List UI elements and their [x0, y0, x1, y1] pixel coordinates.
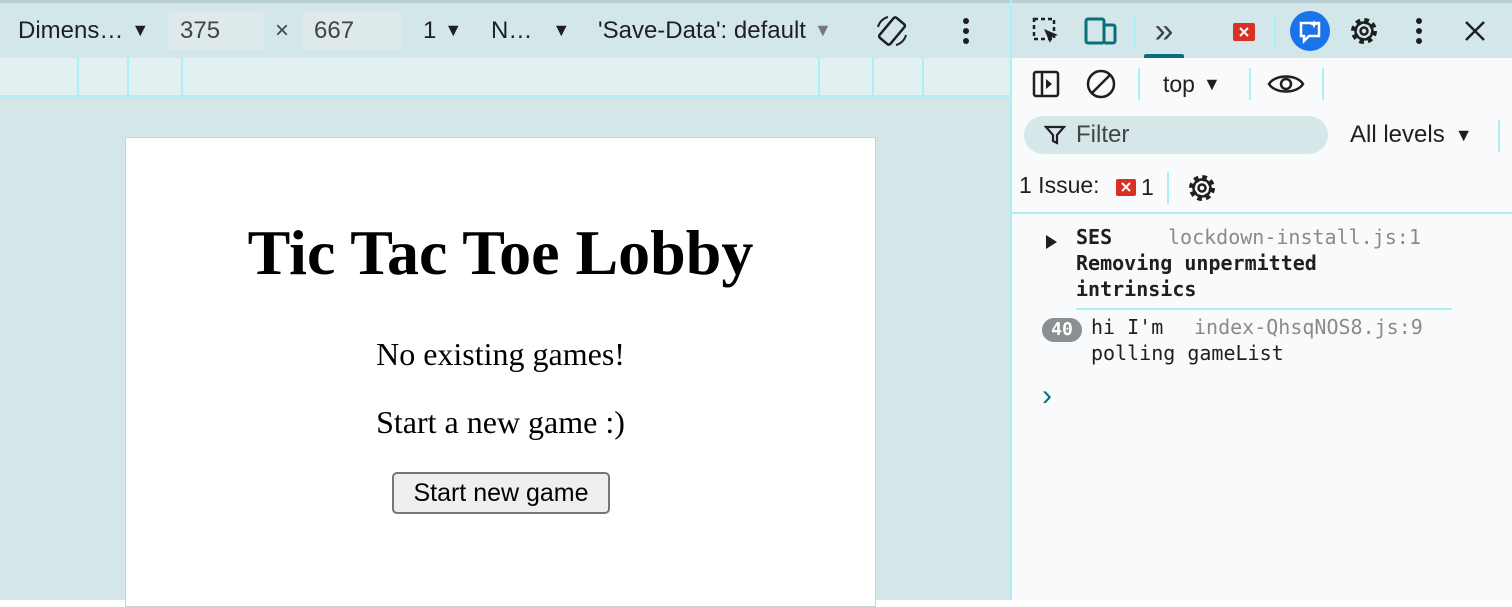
context-selector[interactable]: top ▼	[1163, 58, 1221, 110]
filter-row: Filter All levels ▼	[1012, 110, 1512, 162]
save-data-dropdown[interactable]: 'Save-Data': default ▼	[598, 3, 832, 58]
devtools-panel: » top ▼ Filter All levels ▼ 1 Issue: 1 S…	[1010, 0, 1512, 600]
start-new-game-button[interactable]: Start new game	[392, 472, 610, 514]
devtools-tab-bar: »	[1012, 0, 1512, 58]
message-source-link[interactable]: lockdown-install.js:1	[1168, 225, 1421, 249]
console-message[interactable]: SES lockdown-install.js:1 Removing unper…	[1012, 216, 1512, 310]
console-prompt-icon[interactable]: ›	[1042, 381, 1052, 411]
media-query-marker[interactable]	[872, 58, 874, 95]
caret-down-icon: ▼	[444, 20, 463, 40]
log-levels-label: All levels	[1350, 121, 1445, 148]
message-text: intrinsics	[1076, 277, 1197, 301]
toolbar-divider	[1249, 68, 1251, 100]
caret-down-icon: ▼	[552, 20, 571, 40]
rotate-icon[interactable]	[872, 11, 912, 51]
save-data-label: 'Save-Data': default	[598, 16, 806, 44]
error-icon[interactable]	[1232, 21, 1256, 43]
message-title: SES	[1076, 225, 1113, 249]
toolbar-divider	[1134, 15, 1136, 47]
ai-assistance-icon[interactable]	[1290, 11, 1330, 51]
caret-down-icon: ▼	[813, 20, 832, 40]
toolbar-divider	[1322, 68, 1324, 100]
width-input[interactable]: 375	[168, 12, 264, 50]
dimensions-label: Dimens…	[18, 16, 124, 44]
media-query-bar[interactable]	[0, 58, 1010, 97]
console-toolbar: top ▼	[1012, 58, 1512, 110]
throttling-dropdown[interactable]: N… ▼	[491, 3, 570, 58]
caret-down-icon: ▼	[1202, 73, 1221, 94]
more-tabs-icon[interactable]: »	[1144, 11, 1184, 51]
issues-counter[interactable]: 1	[1116, 174, 1154, 201]
toolbar-divider	[1167, 172, 1169, 204]
customize-devtools-icon[interactable]	[1403, 13, 1435, 49]
toolbar-divider	[1138, 68, 1140, 100]
media-query-marker[interactable]	[127, 58, 129, 95]
settings-gear-icon[interactable]	[1346, 13, 1382, 49]
error-icon	[1116, 179, 1136, 196]
start-new-game-text: Start a new game :)	[376, 404, 625, 440]
dpr-dropdown[interactable]: 1 ▼	[423, 3, 462, 58]
device-toolbar: Dimens… ▼ 375 × 667 1 ▼ N… ▼ 'Save-Data'…	[0, 0, 1010, 58]
no-games-text: No existing games!	[376, 336, 625, 372]
caret-down-icon: ▼	[1454, 124, 1473, 145]
page-title: Tic Tac Toe Lobby	[247, 217, 754, 288]
media-query-marker[interactable]	[818, 58, 820, 95]
inspect-element-icon[interactable]	[1028, 13, 1064, 49]
device-toolbar-toggle-icon[interactable]	[1082, 13, 1120, 49]
message-text: polling gameList	[1091, 341, 1284, 365]
log-levels-dropdown[interactable]: All levels ▼	[1350, 116, 1473, 154]
issues-bar: 1 Issue: 1	[1012, 162, 1512, 214]
filter-placeholder: Filter	[1076, 121, 1130, 148]
repeat-count-badge: 40	[1042, 318, 1082, 342]
caret-down-icon: ▼	[131, 20, 150, 40]
toolbar-divider	[1274, 15, 1276, 47]
context-label: top	[1163, 70, 1195, 97]
filter-input[interactable]: Filter	[1024, 116, 1328, 154]
times-symbol: ×	[275, 16, 290, 44]
message-text: Removing unpermitted	[1076, 251, 1317, 275]
clear-console-icon[interactable]	[1083, 66, 1119, 102]
media-query-marker[interactable]	[922, 58, 924, 95]
issues-count: 1	[1141, 174, 1154, 200]
message-source-link[interactable]: index-QhsqNOS8.js:9	[1194, 315, 1423, 339]
emulated-page: Tic Tac Toe Lobby No existing games! Sta…	[125, 137, 876, 607]
console-message[interactable]: 40 hi I'm index-QhsqNOS8.js:9 polling ga…	[1012, 310, 1512, 366]
media-query-marker[interactable]	[181, 58, 183, 95]
close-icon[interactable]	[1457, 13, 1493, 49]
issues-label: 1 Issue:	[1019, 172, 1100, 198]
expand-triangle-icon[interactable]	[1044, 234, 1058, 250]
device-viewport: Tic Tac Toe Lobby No existing games! Sta…	[0, 97, 1010, 607]
console-settings-gear-icon[interactable]	[1184, 170, 1220, 206]
filter-funnel-icon	[1044, 124, 1066, 146]
live-expression-eye-icon[interactable]	[1265, 66, 1307, 102]
more-options-icon[interactable]	[950, 13, 982, 49]
dimensions-dropdown[interactable]: Dimens… ▼	[18, 3, 149, 58]
message-text: hi I'm	[1091, 315, 1164, 339]
dpr-label: 1	[423, 16, 437, 44]
height-input[interactable]: 667	[302, 12, 402, 50]
throttling-label: N…	[491, 16, 533, 44]
media-query-marker[interactable]	[77, 58, 79, 95]
sidebar-toggle-icon[interactable]	[1028, 66, 1064, 102]
toolbar-divider	[1498, 120, 1500, 152]
